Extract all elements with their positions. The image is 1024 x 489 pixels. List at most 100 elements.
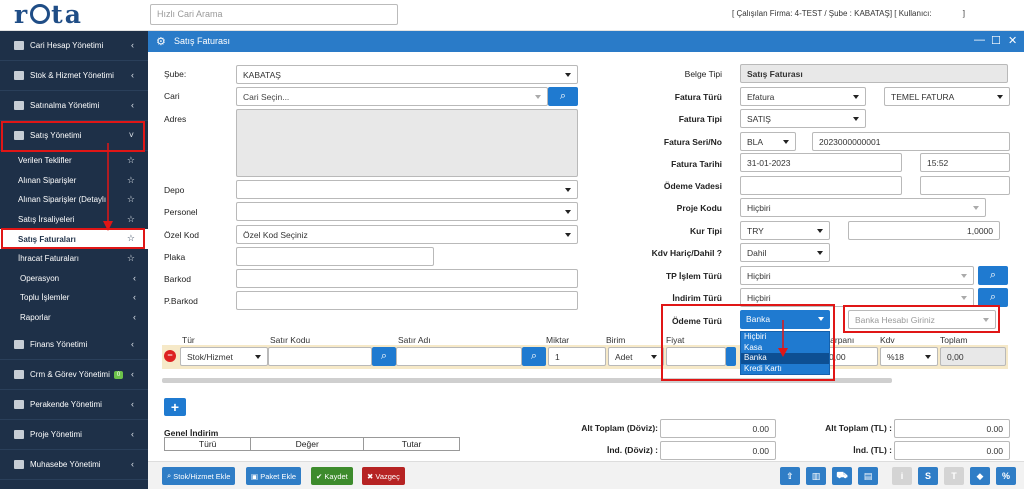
sidebar-item-muhasebe[interactable]: Muhasebe Yönetimi ‹ bbox=[0, 450, 148, 481]
check-icon: ✔ bbox=[316, 471, 323, 481]
chevron-left-icon: ‹ bbox=[131, 100, 134, 110]
annotation-arrow-down bbox=[103, 143, 113, 231]
row-kod-search-button[interactable]: ⌕ bbox=[372, 347, 396, 366]
truck-icon[interactable]: ⛟ bbox=[832, 467, 852, 485]
stok-hizmet-ekle-button[interactable]: ⌕ Stok/Hizmet Ekle bbox=[162, 467, 236, 485]
sidebar-item-proje[interactable]: Proje Yönetimi ‹ bbox=[0, 420, 148, 451]
row-tur-select[interactable]: Stok/Hizmet bbox=[180, 347, 268, 366]
star-icon[interactable]: ☆ bbox=[127, 253, 135, 264]
book-icon[interactable]: ▤ bbox=[858, 467, 878, 485]
sidebar-item-crm[interactable]: Crm & Görev Yönetimi 0 ‹ bbox=[0, 360, 148, 391]
fatura-tarihi-label: Fatura Tarihi bbox=[671, 159, 722, 169]
star-icon[interactable]: ☆ bbox=[127, 155, 135, 166]
sidebar-sub-ihracat-faturalari[interactable]: İhracat Faturaları ☆ bbox=[0, 249, 148, 269]
row-toplam-field: 0,00 bbox=[940, 347, 1006, 366]
t-button[interactable]: T bbox=[944, 467, 964, 485]
col-miktar: Miktar bbox=[546, 335, 570, 345]
sidebar-item-stok[interactable]: Stok & Hizmet Yönetimi ‹ bbox=[0, 61, 148, 91]
row-satir-kodu-input[interactable] bbox=[268, 347, 372, 366]
star-icon[interactable]: ☆ bbox=[127, 194, 135, 205]
s-button[interactable]: S bbox=[918, 467, 938, 485]
row-miktar-input[interactable]: 1 bbox=[548, 347, 606, 366]
fatura-tarihi-input[interactable]: 31-01-2023 bbox=[740, 153, 902, 172]
pbarkod-input[interactable] bbox=[236, 291, 578, 310]
alt-toplam-doviz-field: 0.00 bbox=[660, 419, 776, 438]
row-kdv-select[interactable]: %18 bbox=[880, 347, 938, 366]
plaka-label: Plaka bbox=[164, 252, 186, 262]
maximize-icon[interactable]: ☐ bbox=[991, 34, 1001, 47]
fatura-no-input[interactable]: 2023000000001 bbox=[812, 132, 1010, 151]
sube-select[interactable]: KABATAŞ bbox=[236, 65, 578, 84]
kdv-select[interactable]: Dahil bbox=[740, 243, 830, 262]
sidebar-item-satinalma[interactable]: Satınalma Yönetimi ‹ bbox=[0, 91, 148, 121]
info-icon[interactable]: i bbox=[892, 467, 912, 485]
rota-logo[interactable]: r ta bbox=[14, 2, 83, 28]
store-icon bbox=[14, 400, 24, 410]
personel-select[interactable] bbox=[236, 202, 578, 221]
sidebar-sub-toplu-islemler[interactable]: Toplu İşlemler ‹ bbox=[0, 288, 148, 308]
vazgec-button[interactable]: ✖ Vazgeç bbox=[362, 467, 405, 485]
row-satir-adi-input[interactable] bbox=[396, 347, 522, 366]
quick-customer-search-input[interactable]: Hızlı Cari Arama bbox=[150, 4, 398, 25]
alt-toplam-doviz-label: Alt Toplam (Döviz): bbox=[581, 423, 658, 433]
tp-search-button[interactable]: ⌕ bbox=[978, 266, 1008, 285]
close-icon[interactable]: ✕ bbox=[1008, 34, 1017, 47]
upload-icon[interactable]: ⇧ bbox=[780, 467, 800, 485]
row-adi-search-button[interactable]: ⌕ bbox=[522, 347, 546, 366]
fatura-tipi-select[interactable]: SATIŞ bbox=[740, 109, 866, 128]
proje-kodu-select[interactable]: Hiçbiri bbox=[740, 198, 986, 217]
star-icon[interactable]: ☆ bbox=[127, 175, 135, 186]
close-icon: ✖ bbox=[367, 471, 374, 481]
chevron-left-icon: ‹ bbox=[131, 429, 134, 440]
cari-search-button[interactable]: ⌕ bbox=[548, 87, 578, 106]
sidebar-sub-verilen-teklifler[interactable]: Verilen Teklifler ☆ bbox=[0, 151, 148, 171]
odeme-vadesi-input[interactable] bbox=[740, 176, 902, 195]
adres-textarea[interactable] bbox=[236, 109, 578, 177]
sidebar-item-finans[interactable]: Finans Yönetimi ‹ bbox=[0, 330, 148, 361]
top-bar: r ta Hızlı Cari Arama [ Çalışılan Firma: … bbox=[0, 0, 1024, 31]
add-row-button[interactable]: + bbox=[164, 398, 186, 416]
search-icon: ⌕ bbox=[989, 291, 997, 303]
crm-badge: 0 bbox=[113, 370, 124, 379]
fatura-seri-select[interactable]: BLA bbox=[740, 132, 796, 151]
sidebar-sub-raporlar[interactable]: Raporlar ‹ bbox=[0, 308, 148, 328]
sidebar-item-cari[interactable]: Cari Hesap Yönetimi ‹ bbox=[0, 31, 148, 61]
kur-tipi-select[interactable]: TRY bbox=[740, 221, 830, 240]
plaka-input[interactable] bbox=[236, 247, 434, 266]
sidebar-sub-alinan-siparisler[interactable]: Alınan Siparişler ☆ bbox=[0, 171, 148, 191]
fatura-senaryo-select[interactable]: TEMEL FATURA bbox=[884, 87, 1010, 106]
fatura-turu-select[interactable]: Efatura bbox=[740, 87, 866, 106]
chevron-left-icon: ‹ bbox=[133, 292, 136, 303]
sidebar-sub-alinan-siparisler-detayli[interactable]: Alınan Siparişler (Detaylı ☆ bbox=[0, 190, 148, 210]
box-icon: ▣ bbox=[251, 471, 259, 481]
odeme-vadesi-gun-input[interactable] bbox=[920, 176, 1010, 195]
depo-select[interactable] bbox=[236, 180, 578, 199]
cari-label: Cari bbox=[164, 91, 180, 101]
users-icon bbox=[14, 41, 24, 50]
col-birim: Birim bbox=[606, 335, 626, 345]
chevron-left-icon: ‹ bbox=[131, 369, 134, 380]
chevron-left-icon: ‹ bbox=[133, 311, 136, 322]
tp-islem-select[interactable]: Hiçbiri bbox=[740, 266, 974, 285]
paket-ekle-button[interactable]: ▣ Paket Ekle bbox=[246, 467, 302, 485]
company-user-info: [ Çalışılan Firma: 4-TEST / Şube : KABAT… bbox=[732, 9, 965, 18]
sidebar-sub-satis-irsaliyeleri[interactable]: Satış İrsaliyeleri ☆ bbox=[0, 210, 148, 230]
bar-chart-icon[interactable]: ▥ bbox=[806, 467, 826, 485]
fatura-saati-input[interactable]: 15:52 bbox=[920, 153, 1010, 172]
minimize-icon[interactable]: — bbox=[974, 34, 985, 46]
star-icon[interactable]: ☆ bbox=[127, 214, 135, 225]
tag-icon[interactable]: ◆ bbox=[970, 467, 990, 485]
sidebar-sub-operasyon[interactable]: Operasyon ‹ bbox=[0, 269, 148, 289]
tasks-icon bbox=[14, 370, 24, 380]
ozelkod-select[interactable]: Özel Kod Seçiniz bbox=[236, 225, 578, 244]
delete-row-icon[interactable]: − bbox=[164, 350, 176, 362]
row-birim-select[interactable]: Adet bbox=[608, 347, 664, 366]
barkod-input[interactable] bbox=[236, 269, 578, 288]
kur-input[interactable]: 1,0000 bbox=[848, 221, 1000, 240]
kaydet-button[interactable]: ✔ Kaydet bbox=[311, 467, 353, 485]
col-tur: Tür bbox=[182, 335, 195, 345]
percent-icon[interactable]: % bbox=[996, 467, 1016, 485]
indirim-turu-label: İndirim Türü bbox=[672, 293, 722, 303]
sidebar-item-perakende[interactable]: Perakende Yönetimi ‹ bbox=[0, 390, 148, 421]
cari-select[interactable]: Cari Seçin... bbox=[236, 87, 548, 106]
